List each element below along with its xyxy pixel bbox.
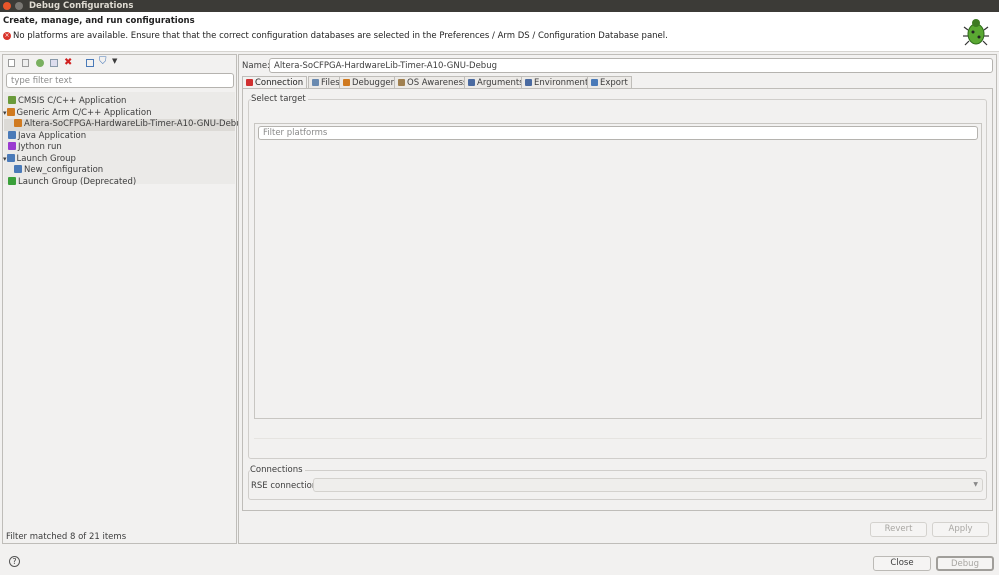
- duplicate-icon[interactable]: [50, 59, 58, 67]
- tab-label: Debugger: [352, 78, 395, 88]
- tab-export[interactable]: Export: [587, 76, 632, 88]
- dialog-header: Create, manage, and run configurations ×…: [0, 12, 999, 52]
- tab-label: Files: [321, 78, 340, 88]
- tab-content: Select target Connections RSE connection…: [242, 88, 993, 511]
- cmsis-icon: [8, 96, 16, 104]
- play-icon: [8, 176, 16, 185]
- tree-item-label: CMSIS C/C++ Application: [18, 96, 127, 106]
- arm-app-icon: [6, 107, 15, 116]
- tab-label: OS Awareness: [407, 78, 468, 88]
- tree-item[interactable]: CMSIS C/C++ Application: [8, 96, 236, 108]
- window-title: Debug Configurations: [29, 1, 134, 11]
- tree-item[interactable]: Altera-SoCFPGA-HardwareLib-Timer-A10-GNU…: [4, 119, 247, 131]
- left-toolbar: ✖ ⛉ ▼: [6, 56, 126, 69]
- jython-icon: [8, 142, 16, 150]
- tree-item-label: Launch Group (Deprecated): [18, 176, 137, 187]
- tree-item-label: Altera-SoCFPGA-HardwareLib-Timer-A10-GNU…: [24, 119, 247, 129]
- divider: [254, 438, 982, 439]
- collapse-all-icon[interactable]: [86, 59, 94, 67]
- delete-icon[interactable]: ✖: [64, 57, 72, 68]
- tab-label: Arguments: [477, 78, 524, 88]
- connection-icon: [246, 79, 253, 86]
- view-menu-chevron-down-icon[interactable]: ▼: [112, 57, 117, 65]
- chevron-down-icon: ▼: [973, 481, 978, 488]
- tree-item-label: Jython run: [18, 142, 62, 152]
- filter-status: Filter matched 8 of 21 items: [6, 532, 127, 542]
- connections-group: Connections RSE connection ▼: [248, 465, 987, 500]
- debug-bug-icon: [963, 16, 989, 46]
- arguments-icon: [468, 79, 475, 86]
- filter-icon[interactable]: ⛉: [99, 56, 107, 67]
- tab-arguments[interactable]: Arguments: [464, 76, 528, 88]
- revert-button[interactable]: Revert: [870, 522, 927, 537]
- name-label: Name:: [242, 61, 270, 71]
- tab-environment[interactable]: Environment: [521, 76, 593, 88]
- new-prototype-icon[interactable]: [22, 59, 29, 67]
- tree-item[interactable]: Launch Group (Deprecated): [8, 176, 236, 189]
- launch-group-icon: [6, 153, 15, 162]
- expand-arrow-icon[interactable]: ▾: [3, 155, 7, 163]
- os-awareness-icon: [398, 79, 405, 86]
- tab-os-awareness[interactable]: OS Awareness: [394, 76, 472, 88]
- export-icon: [591, 79, 598, 86]
- close-window-icon[interactable]: [3, 2, 11, 10]
- apply-button[interactable]: Apply: [932, 522, 989, 537]
- tab-debugger[interactable]: Debugger: [339, 76, 399, 88]
- tree-item-label: Java Application: [18, 130, 87, 141]
- tree-item[interactable]: Java Application: [8, 130, 236, 143]
- tree-item[interactable]: ▾ Generic Arm C/C++ Application: [3, 107, 236, 120]
- debugger-icon: [343, 79, 350, 86]
- tree-item[interactable]: ▾ Launch Group: [3, 153, 236, 166]
- select-target-group: Select target: [248, 94, 987, 459]
- launch-group-icon: [14, 165, 22, 173]
- tree-item-label: New_configuration: [24, 165, 104, 175]
- rse-connection-label: RSE connection: [251, 481, 318, 491]
- error-message: No platforms are available. Ensure that …: [13, 31, 668, 41]
- connections-label: Connections: [250, 465, 305, 475]
- error-icon: ×: [3, 32, 11, 40]
- dialog-title: Create, manage, and run configurations: [3, 16, 195, 26]
- arm-app-icon: [14, 119, 22, 127]
- tab-label: Export: [600, 78, 628, 88]
- minimize-window-icon[interactable]: [15, 2, 23, 10]
- filter-input[interactable]: [6, 73, 234, 88]
- configuration-tree: CMSIS C/C++ Application ▾ Generic Arm C/C+…: [3, 92, 247, 187]
- java-app-icon: [8, 130, 16, 139]
- files-icon: [312, 79, 319, 86]
- tree-item[interactable]: New_configuration: [14, 165, 242, 177]
- tree-item-label: Launch Group: [16, 153, 76, 164]
- export-configuration-icon[interactable]: [36, 59, 44, 67]
- tab-label: Connection: [255, 78, 304, 88]
- platform-tree[interactable]: [254, 123, 982, 419]
- title-bar: Debug Configurations: [0, 0, 999, 12]
- filter-platforms-input[interactable]: [258, 126, 978, 140]
- new-configuration-icon[interactable]: [8, 59, 15, 67]
- debug-button[interactable]: Debug: [936, 556, 994, 571]
- close-button[interactable]: Close: [873, 556, 931, 571]
- tree-item-label: Generic Arm C/C++ Application: [16, 107, 152, 118]
- help-icon[interactable]: ?: [9, 556, 20, 567]
- tab-label: Environment: [534, 78, 589, 88]
- expand-arrow-icon[interactable]: ▾: [3, 109, 7, 117]
- configuration-list-panel: ✖ ⛉ ▼ CMSIS C/C++ Application ▾ Generic Ar…: [2, 54, 247, 544]
- select-target-label: Select target: [251, 94, 308, 104]
- environment-icon: [525, 79, 532, 86]
- name-input[interactable]: [269, 58, 993, 73]
- rse-connection-select[interactable]: ▼: [313, 478, 983, 492]
- tree-item[interactable]: Jython run: [8, 142, 236, 154]
